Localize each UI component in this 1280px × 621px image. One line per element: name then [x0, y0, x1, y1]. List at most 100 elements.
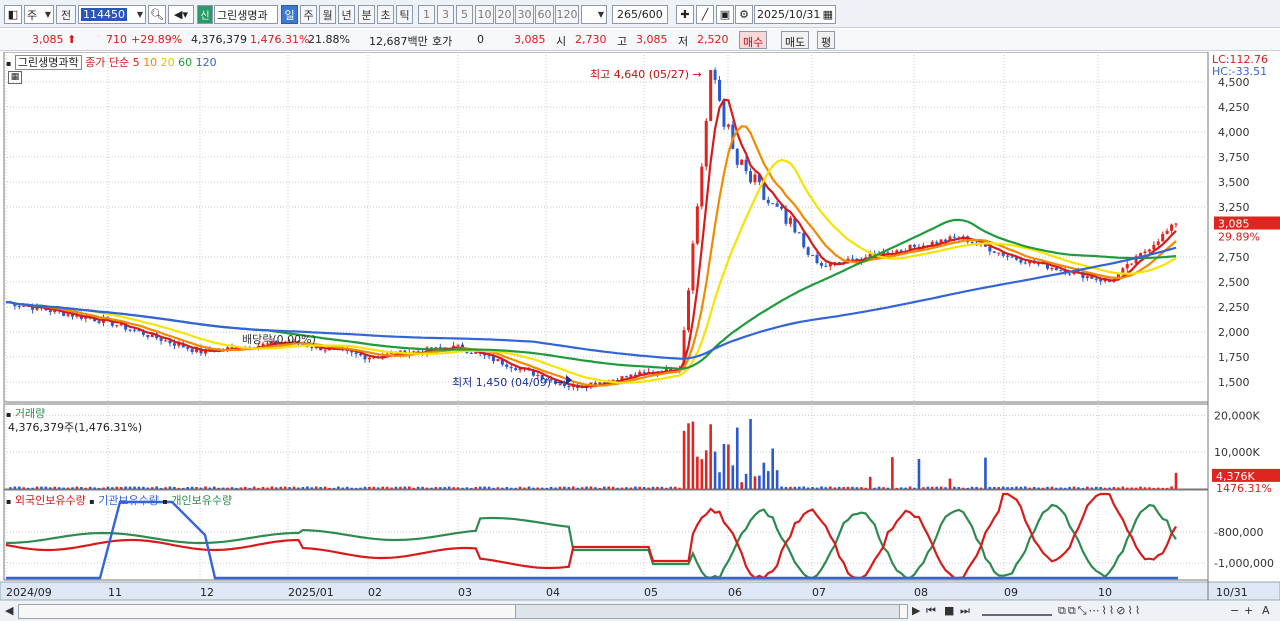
- volume-bar: [727, 444, 730, 489]
- volume-bar: [239, 487, 243, 489]
- draw-tool-icon[interactable]: ╱: [696, 5, 714, 24]
- period-tick[interactable]: 틱: [396, 5, 413, 24]
- sell-button[interactable]: 매도: [781, 31, 810, 49]
- prev-button[interactable]: 전: [56, 5, 76, 24]
- candle-body: [186, 347, 190, 349]
- period-day[interactable]: 일: [281, 5, 298, 24]
- interval-60[interactable]: 60: [535, 5, 554, 24]
- volume-bar: [412, 487, 416, 489]
- interval-30[interactable]: 30: [515, 5, 534, 24]
- save-icon[interactable]: ▣: [716, 5, 734, 24]
- candle-body: [323, 350, 327, 352]
- volume-bar: [199, 487, 203, 489]
- table-icon[interactable]: ▦: [8, 71, 22, 84]
- volume-bar: [407, 486, 411, 489]
- volume-bar: [350, 487, 353, 489]
- candle-body: [509, 366, 513, 369]
- volume-bar: [252, 486, 256, 489]
- candle-body: [1143, 251, 1147, 254]
- candle-body: [1170, 224, 1174, 231]
- average-button[interactable]: 평: [817, 31, 836, 49]
- chart-svg[interactable]: 4,5004,2504,0003,7503,5003,2502,7502,500…: [0, 52, 1280, 600]
- volume-bar: [882, 487, 885, 489]
- plus-icon[interactable]: +: [1244, 604, 1253, 617]
- volume-bar: [474, 487, 478, 489]
- gear-icon[interactable]: ⚙: [735, 5, 753, 24]
- market-type-select[interactable]: 주 ▼: [24, 5, 54, 24]
- interval-3[interactable]: 3: [437, 5, 454, 24]
- price-tick-label: 4,000: [1218, 126, 1250, 139]
- candle-body: [952, 236, 956, 238]
- volume-bar: [434, 487, 438, 489]
- period-month[interactable]: 월: [319, 5, 336, 24]
- volume-bar: [314, 486, 318, 489]
- interval-10[interactable]: 10: [475, 5, 494, 24]
- arrow-right-icon: →: [554, 376, 564, 389]
- volume-bar: [1024, 486, 1027, 489]
- candle-body: [700, 166, 704, 207]
- legend-institution: 기관보유수량: [98, 494, 159, 507]
- interval-5[interactable]: 5: [456, 5, 473, 24]
- volume-bar: [235, 487, 238, 489]
- volume-panel: [3, 403, 1209, 490]
- volume-bar: [270, 486, 274, 489]
- search-icon[interactable]: 🔍︎: [148, 5, 166, 24]
- interval-120[interactable]: 120: [555, 5, 579, 24]
- x-tick-label: 11: [108, 586, 122, 599]
- date-input[interactable]: 2025/10/31 ▦: [754, 5, 836, 24]
- legend-ma-120: 120: [195, 56, 217, 69]
- period-week[interactable]: 주: [300, 5, 317, 24]
- buy-button[interactable]: 매수: [739, 31, 768, 49]
- period-minute[interactable]: 분: [358, 5, 375, 24]
- legend-stock-name[interactable]: 그린생명과학: [14, 55, 82, 70]
- volume-bar: [753, 476, 757, 489]
- high-price: 3,085: [636, 33, 668, 46]
- volume-bar: [665, 487, 668, 489]
- calendar-icon[interactable]: ▦: [823, 8, 833, 21]
- interval-20[interactable]: 20: [495, 5, 514, 24]
- volume-bar: [323, 486, 327, 489]
- count-input[interactable]: 265/600: [612, 5, 668, 24]
- volume-bar: [660, 486, 664, 489]
- volume-bar: [248, 487, 252, 489]
- stock-code-input[interactable]: 114450 ▼: [78, 5, 146, 24]
- volume-bar: [1015, 486, 1018, 489]
- forward-icon[interactable]: ⏭: [960, 604, 970, 618]
- volume-bar: [66, 487, 70, 489]
- rewind-icon[interactable]: ⏮: [926, 604, 936, 618]
- stock-name-field[interactable]: 그린생명과: [214, 5, 278, 24]
- volume-bar: [1148, 487, 1151, 489]
- volume-bar: [1121, 486, 1125, 489]
- interval-1[interactable]: 1: [418, 5, 435, 24]
- scroll-thumb[interactable]: [515, 604, 900, 619]
- chevron-down-icon: ▼: [597, 10, 604, 19]
- speaker-icon[interactable]: ◀▾: [168, 5, 194, 24]
- volume-bar: [731, 465, 735, 489]
- current-price: 3,085 ⬆: [32, 33, 77, 46]
- period-second[interactable]: 초: [377, 5, 394, 24]
- minus-icon[interactable]: −: [1230, 604, 1239, 617]
- window-menu-icon[interactable]: ◧: [4, 5, 22, 24]
- scroll-left-icon[interactable]: ◀: [5, 604, 13, 617]
- zoom-slider[interactable]: [982, 604, 1052, 616]
- interval-select[interactable]: ▼: [581, 5, 607, 24]
- volume-bar: [873, 487, 876, 489]
- candle-body: [806, 247, 810, 255]
- volume-bar: [984, 457, 987, 489]
- price-tick-label: 4,250: [1218, 101, 1250, 114]
- volume-bar: [891, 457, 894, 489]
- volume-bar: [275, 487, 278, 489]
- candle-body: [753, 174, 757, 183]
- tool-icons[interactable]: ⧉⧉⤡⋯⌇⌇⊘⌇⌇: [1058, 604, 1142, 618]
- volume-bar: [385, 486, 389, 489]
- volume-bar: [111, 487, 114, 489]
- font-size-icon[interactable]: A: [1262, 604, 1270, 617]
- crosshair-icon[interactable]: ✚: [676, 5, 694, 24]
- stop-icon[interactable]: ■: [944, 604, 954, 617]
- scroll-right-icon[interactable]: ▶: [912, 604, 920, 617]
- chart-area[interactable]: 4,500 4,250 4,000 3,750 3,500 3,250 2,750 2,500…: [0, 52, 1280, 600]
- volume-bar: [390, 487, 393, 489]
- x-tick-label: 2024/09: [6, 586, 52, 599]
- volume-bar: [811, 486, 814, 489]
- period-year[interactable]: 년: [338, 5, 355, 24]
